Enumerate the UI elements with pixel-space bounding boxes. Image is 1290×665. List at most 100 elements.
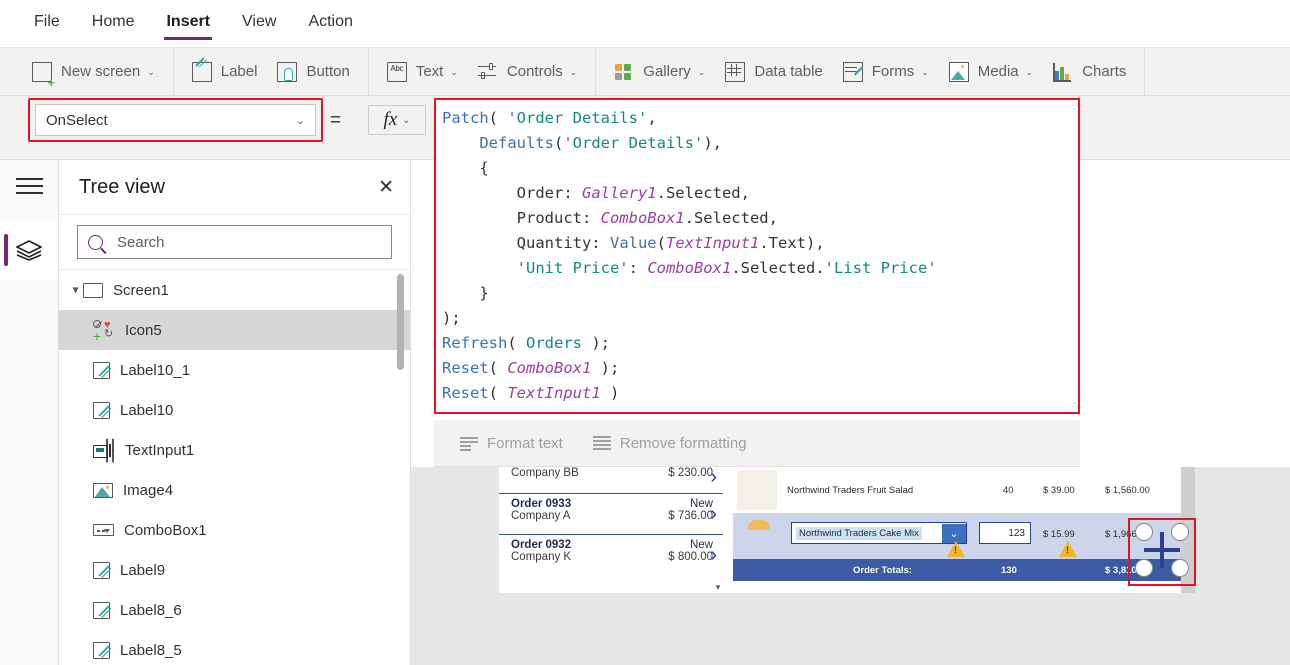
formula-editor[interactable]: Patch( 'Order Details', Defaults('Order … (436, 100, 1078, 406)
quantity-input[interactable]: 123 (979, 522, 1031, 544)
menu-item-action[interactable]: Action (306, 12, 354, 36)
icon5-icon: ♥ + ↻ (93, 319, 114, 344)
product-name: Northwind Traders Fruit Salad (787, 484, 914, 496)
chevron-expand-icon[interactable]: ▶ (72, 283, 81, 297)
label-icon (191, 61, 212, 82)
resize-handle-top-left[interactable] (1135, 523, 1153, 541)
tree-item-label10[interactable]: Label10 (59, 390, 410, 430)
tree-item-screen1[interactable]: ▶ Screen1 (59, 270, 410, 310)
ribbon-group-3: Gallery ⌄ Data table Forms ⌄ Media ⌄ Charts (596, 47, 1146, 96)
formula-token: ( (488, 109, 508, 127)
formula-token: ( (488, 384, 508, 402)
formula-token: ); (591, 359, 620, 377)
warning-icon (1059, 541, 1077, 557)
gallery-company: Company K (511, 551, 572, 563)
formula-line: Product: ComboBox1.Selected, (442, 206, 1078, 231)
ribbon-button-new-screen[interactable]: New screen ⌄ (22, 55, 165, 89)
menu-bar: File Home Insert View Action (0, 0, 1290, 48)
menu-item-view[interactable]: View (240, 12, 278, 36)
chevron-down-icon[interactable]: ⌄ (942, 523, 966, 543)
ribbon-button-label[interactable]: Label (182, 55, 268, 89)
orders-gallery[interactable]: Company BB $ 230.00 › Order 0933 New Company… (499, 467, 723, 593)
menu-item-insert[interactable]: Insert (164, 12, 212, 40)
ribbon-button-data-table[interactable]: Data table (715, 55, 832, 89)
hamburger-icon[interactable] (16, 178, 43, 195)
tree-item-icon5[interactable]: ♥ + ↻ Icon5 (59, 310, 410, 350)
formula-token: TextInput1 (666, 234, 760, 252)
label-icon (93, 361, 110, 379)
gallery-amount: $ 800.00 (668, 551, 713, 563)
chevron-right-icon[interactable]: › (710, 504, 717, 524)
tree-view-list: ▶ Screen1 ♥ + ↻ Icon5 Label10_1 Label10 TextInpu… (59, 270, 410, 665)
gallery-scroll-down-icon[interactable]: ▾ (713, 581, 723, 593)
ribbon-button-label: Media (977, 63, 1019, 80)
remove-formatting-button[interactable]: Remove formatting (592, 435, 747, 452)
chevron-down-icon: ⌄ (921, 67, 929, 77)
app-canvas[interactable]: Company BB $ 230.00 › Order 0933 New Company… (499, 467, 1181, 593)
image-icon (93, 482, 113, 498)
tree-item-label8_6[interactable]: Label8_6 (59, 590, 410, 630)
order-totals-label: Order Totals: (853, 564, 912, 576)
formula-token: 'Order Details' (507, 109, 648, 127)
resize-handle-bottom-right[interactable] (1171, 559, 1189, 577)
formula-token: Quantity: (442, 234, 610, 252)
search-box[interactable] (77, 225, 392, 259)
ribbon-group-0: New screen ⌄ (0, 47, 174, 96)
formula-line: 'Unit Price': ComboBox1.Selected.'List P… (442, 256, 1078, 281)
ribbon-button-forms[interactable]: Forms ⌄ (833, 55, 939, 89)
new-screen-icon (32, 61, 55, 89)
tree-item-label: Label9 (120, 561, 166, 579)
tree-item-image4[interactable]: Image4 (59, 470, 410, 510)
tree-item-textinput1[interactable]: TextInput1 (59, 430, 410, 470)
tree-view-scrollbar-thumb[interactable] (397, 274, 404, 370)
gallery-item[interactable]: Order 0932 New Company K $ 800.00 › (499, 534, 723, 575)
formula-token: Refresh (442, 334, 508, 352)
formula-token: , (647, 109, 657, 127)
ribbon-button-charts[interactable]: Charts (1043, 55, 1136, 89)
formula-token: .Selected, (684, 209, 778, 227)
tree-item-combobox1[interactable]: ComboBox1 (59, 510, 410, 550)
label-icon (93, 601, 110, 619)
formula-token: ( (656, 234, 666, 252)
formula-token: ( (553, 134, 564, 152)
chevron-right-icon[interactable]: › (710, 545, 717, 565)
ribbon-button-gallery[interactable]: Gallery ⌄ (604, 55, 715, 89)
active-indicator (4, 234, 8, 266)
button-icon (277, 61, 298, 82)
property-select[interactable]: OnSelect ⌄ (35, 104, 316, 136)
text-icon: Abc (386, 61, 407, 82)
formula-token: Reset (442, 359, 489, 377)
left-rail (0, 160, 59, 665)
chevron-down-icon: ⌄ (402, 114, 411, 126)
ribbon-button-media[interactable]: Media ⌄ (939, 55, 1043, 89)
format-text-button[interactable]: Format text (460, 435, 563, 452)
product-combobox[interactable]: Northwind Traders Cake Mix ⌄ (791, 522, 967, 544)
tree-item-label9[interactable]: Label9 (59, 550, 410, 590)
resize-handle-bottom-left[interactable] (1135, 559, 1153, 577)
ribbon-button-text[interactable]: Abc Text ⌄ (377, 55, 468, 89)
close-icon[interactable]: ✕ (378, 177, 394, 197)
tree-item-label8_5[interactable]: Label8_5 (59, 630, 410, 665)
resize-handle-top-right[interactable] (1171, 523, 1189, 541)
gallery-item-partial[interactable]: Company BB $ 230.00 › (499, 467, 723, 493)
chevron-right-icon[interactable]: › (710, 467, 717, 487)
search-input[interactable] (115, 232, 381, 252)
format-text-icon (460, 436, 478, 450)
formula-token: ), (703, 134, 722, 152)
menu-item-file[interactable]: File (32, 12, 62, 36)
order-detail-edit-row[interactable]: Northwind Traders Cake Mix ⌄ 123 $ 15.99… (733, 513, 1181, 559)
tree-view-header: Tree view ✕ (59, 160, 410, 215)
fx-button[interactable]: fx ⌄ (368, 105, 426, 135)
chevron-down-icon: ⌄ (295, 114, 305, 127)
ribbon-button-button[interactable]: Button (267, 55, 359, 89)
sidebar-item-tree-view[interactable] (0, 220, 58, 280)
tree-item-label10_1[interactable]: Label10_1 (59, 350, 410, 390)
quantity-value: 123 (1008, 527, 1025, 539)
selected-add-icon-control[interactable] (1135, 523, 1189, 577)
gallery-item[interactable]: Order 0933 New Company A $ 736.00 › (499, 493, 723, 534)
ribbon-button-controls[interactable]: Controls ⌄ (468, 55, 587, 89)
formula-token: Gallery1 (581, 184, 657, 202)
tree-view-panel: Tree view ✕ ▶ Screen1 ♥+↻ Icon5 Label10_1 Lab… (59, 160, 411, 665)
menu-item-home[interactable]: Home (90, 12, 137, 36)
formula-token: Orders (526, 334, 582, 352)
